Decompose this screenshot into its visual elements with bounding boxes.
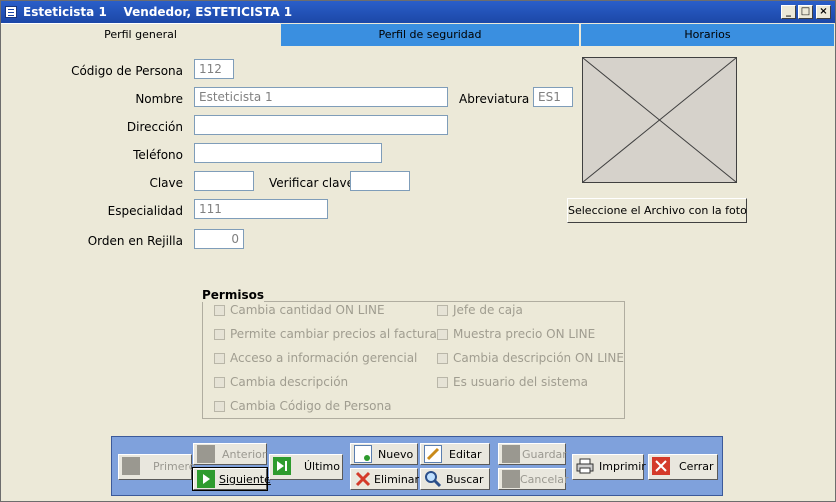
checkbox-label: Acceso a información gerencial — [230, 351, 418, 365]
telefono-field[interactable] — [194, 143, 382, 163]
cancelar-button[interactable]: Cancelar — [498, 468, 569, 490]
image-placeholder-icon — [583, 58, 736, 182]
clave-label: Clave — [149, 176, 183, 190]
nombre-label: Nombre — [135, 92, 183, 106]
tab-strip: Perfil general Perfil de seguridad Horar… — [1, 23, 835, 47]
tab-perfil-general[interactable]: Perfil general — [1, 23, 281, 47]
restore-button[interactable]: □ — [798, 5, 813, 19]
checkbox-label: Muestra precio ON LINE — [453, 327, 596, 341]
printer-icon — [576, 457, 594, 475]
previous-record-icon — [197, 445, 215, 463]
imprimir-label: Imprimir — [599, 460, 646, 473]
buscar-label: Buscar — [446, 473, 484, 486]
first-record-icon — [122, 457, 140, 475]
codigo-label: Código de Persona — [71, 64, 183, 78]
editar-label: Editar — [449, 448, 482, 461]
checkbox-label: Es usuario del sistema — [453, 375, 589, 389]
delete-icon — [354, 470, 372, 488]
new-document-icon — [354, 445, 372, 463]
record-toolbar: Primero Anterior Siguiente Último Nuevo — [111, 436, 723, 496]
close-button[interactable]: × — [816, 5, 831, 19]
verificar-clave-label: Verificar clave — [269, 176, 354, 190]
codigo-field[interactable]: 112 — [194, 59, 234, 79]
especialidad-field[interactable]: 111 — [194, 199, 328, 219]
next-record-icon — [197, 470, 215, 488]
telefono-label: Teléfono — [133, 148, 183, 162]
edit-icon — [424, 445, 442, 463]
checkbox-label: Jefe de caja — [453, 303, 523, 317]
checkbox[interactable] — [214, 401, 225, 412]
orden-rejilla-field[interactable]: 0 — [194, 229, 244, 249]
checkbox[interactable] — [437, 377, 448, 388]
ultimo-button[interactable]: Último — [269, 454, 343, 480]
imprimir-button[interactable]: Imprimir — [572, 454, 646, 480]
checkbox-label: Cambia Código de Persona — [230, 399, 392, 413]
direccion-field[interactable] — [194, 115, 448, 135]
checkbox[interactable] — [437, 305, 448, 316]
minimize-button[interactable]: _ — [781, 5, 796, 19]
select-photo-button[interactable]: Seleccione el Archivo con la foto — [567, 198, 747, 223]
clave-field[interactable] — [194, 171, 254, 191]
direccion-label: Dirección — [126, 120, 183, 134]
abreviatura-label: Abreviatura — [459, 92, 530, 106]
nuevo-button[interactable]: Nuevo — [350, 443, 418, 465]
checkbox[interactable] — [214, 329, 225, 340]
abreviatura-field[interactable]: ES1 — [533, 87, 573, 107]
anterior-label: Anterior — [222, 448, 267, 461]
orden-rejilla-label: Orden en Rejilla — [87, 234, 183, 248]
especialidad-label: Especialidad — [107, 204, 183, 218]
editar-button[interactable]: Editar — [420, 443, 490, 465]
nombre-field[interactable]: Esteticista 1 — [194, 87, 448, 107]
buscar-button[interactable]: Buscar — [420, 468, 490, 490]
primero-button[interactable]: Primero — [118, 454, 196, 480]
checkbox-label: Permite cambiar precios al facturar — [230, 327, 442, 341]
anterior-button[interactable]: Anterior — [193, 443, 267, 465]
checkbox[interactable] — [214, 305, 225, 316]
photo-placeholder — [582, 57, 737, 183]
checkbox-label: Cambia descripción ON LINE — [453, 351, 624, 365]
window-icon — [5, 6, 17, 18]
tab-perfil-seguridad[interactable]: Perfil de seguridad — [280, 23, 580, 47]
nuevo-label: Nuevo — [378, 448, 414, 461]
cerrar-label: Cerrar — [679, 460, 714, 473]
title-bar[interactable]: Esteticista 1 Vendedor, ESTETICISTA 1 _ … — [1, 1, 835, 23]
close-icon — [652, 457, 670, 475]
checkbox[interactable] — [214, 377, 225, 388]
checkbox[interactable] — [214, 353, 225, 364]
checkbox[interactable] — [437, 329, 448, 340]
cancel-icon — [502, 470, 520, 488]
siguiente-label: Siguiente — [219, 473, 271, 486]
checkbox[interactable] — [437, 353, 448, 364]
eliminar-label: Eliminar — [374, 473, 420, 486]
guardar-label: Guardar — [522, 448, 567, 461]
window-title: Esteticista 1 Vendedor, ESTETICISTA 1 — [23, 5, 293, 19]
eliminar-button[interactable]: Eliminar — [350, 468, 420, 490]
last-record-icon — [273, 457, 291, 475]
cancelar-label: Cancelar — [520, 473, 569, 486]
primero-label: Primero — [153, 460, 196, 473]
ultimo-label: Último — [304, 460, 340, 473]
siguiente-button[interactable]: Siguiente — [192, 467, 271, 491]
checkbox-label: Cambia cantidad ON LINE — [230, 303, 385, 317]
search-icon — [424, 470, 442, 488]
checkbox-label: Cambia descripción — [230, 375, 349, 389]
guardar-button[interactable]: Guardar — [498, 443, 567, 465]
cerrar-button[interactable]: Cerrar — [648, 454, 718, 480]
app-window: Esteticista 1 Vendedor, ESTETICISTA 1 _ … — [0, 0, 836, 502]
permisos-title: Permisos — [202, 288, 264, 302]
verificar-clave-field[interactable] — [350, 171, 410, 191]
save-icon — [502, 445, 520, 463]
tab-horarios[interactable]: Horarios — [580, 23, 835, 47]
